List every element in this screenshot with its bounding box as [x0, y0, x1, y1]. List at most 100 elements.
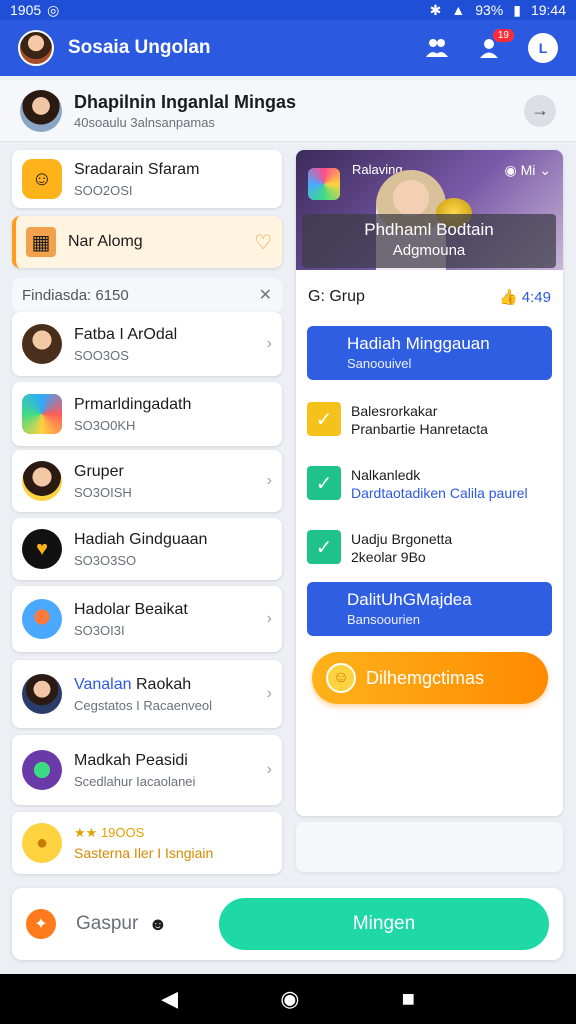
list-item-title: Madkah Peasidi — [74, 751, 188, 769]
list-item[interactable]: ♥ Hadiah Gindguaan SO3O3SO — [12, 518, 282, 580]
app-title: Sosaia Ungolan — [68, 37, 211, 58]
shield-icon[interactable]: ✦ — [26, 909, 56, 939]
profile-card[interactable]: Dhapilnin Inganlal Mingas 40soaulu 3alns… — [0, 80, 576, 142]
bottom-label: Gaspur — [76, 913, 139, 934]
profile-subtitle: 40soaulu 3alnsanpamas — [74, 114, 215, 130]
people-icon[interactable] — [420, 31, 454, 65]
chevron-right-icon: › — [266, 761, 272, 778]
recents-icon[interactable]: ■ — [402, 986, 415, 1012]
thumbs-up-icon: 👍 — [498, 289, 518, 306]
weekly-gift-title: Hadiah Minggauan — [347, 334, 490, 353]
group-count: 👍 4:49 — [499, 288, 551, 306]
battery-level: 93% — [475, 2, 504, 18]
status-bar: 1905 ◎ ✱ ▲ 93% ▮ 19:44 — [0, 0, 576, 20]
game-icon — [22, 394, 62, 434]
coin-icon: ● — [22, 823, 62, 863]
close-icon[interactable]: ✕ — [259, 285, 272, 305]
status-time-left: 1905 — [10, 2, 42, 18]
profile-button[interactable]: L — [528, 33, 558, 63]
check-icon: ✓ — [307, 402, 341, 436]
back-icon[interactable]: ◀ — [161, 986, 178, 1012]
emoji-icon[interactable]: ☻ — [148, 914, 167, 935]
hero-banner[interactable]: Ralaving ◉ Mi ⌄ Phdhaml Bodtain Adgmouna — [296, 150, 563, 270]
list-item-title: Prmarldingadath — [74, 395, 192, 413]
list-item-subtitle: SO3O3SO — [74, 552, 137, 568]
task-item[interactable]: ✓ Uadju Brgonetta 2keolar 9Bo — [307, 530, 552, 566]
list-item-subtitle: Scedlahur Iacaolanei — [74, 773, 196, 789]
avatar — [22, 599, 62, 639]
primary-action-button[interactable]: Mingen — [219, 898, 549, 950]
list-item-subtitle: SOO2OSI — [74, 182, 133, 198]
game-icon — [22, 750, 62, 790]
list-item-title: Nar Alomg — [68, 233, 143, 250]
hero-title: Phdhaml Bodtain — [364, 220, 494, 239]
user-avatar[interactable] — [18, 30, 54, 66]
list-item-title: Fatba I ArOdal — [74, 325, 178, 343]
task-title: Nalkanledk — [351, 467, 421, 483]
whatsapp-icon: ◎ — [47, 1, 60, 18]
profile-name: Dhapilnin Inganlal Mingas — [74, 91, 297, 112]
secondary-button[interactable]: DalitUhGMajdea Bansoourien — [307, 582, 552, 636]
profile-avatar — [20, 89, 62, 132]
right-panel: Ralaving ◉ Mi ⌄ Phdhaml Bodtain Adgmouna… — [296, 150, 563, 816]
list-item[interactable]: Hadolar Beaikat SO3OI3I › — [12, 586, 282, 652]
task-subtitle: 2keolar 9Bo — [351, 549, 426, 565]
app-bar-actions: 19 L — [420, 29, 558, 65]
task-item[interactable]: ✓ Balesrorkakar Pranbartie Hanretacta — [307, 402, 552, 438]
list-item[interactable]: ● ★★ 19OOS Sasterna Iler I Isngiain — [12, 812, 282, 874]
avatar — [22, 324, 62, 364]
smile-icon: ☺ — [22, 159, 62, 199]
gift-icon: ▦ — [26, 227, 56, 257]
list-item-title: Raokah — [135, 675, 192, 693]
section-title: Findiasda: 6150 — [22, 286, 129, 304]
secondary-button-subtitle: Bansoourien — [347, 612, 420, 627]
chevron-right-icon: › — [266, 335, 272, 352]
bottom-action-bar: ✦ Gaspur ☻ Mingen — [12, 888, 563, 960]
list-item-title: Hadiah Gindguaan — [74, 530, 208, 548]
game-icon — [308, 168, 340, 200]
notification-badge: 19 — [492, 29, 514, 42]
avatar — [22, 461, 62, 501]
task-subtitle: Pranbartie Hanretacta — [351, 421, 488, 437]
chevron-right-icon: › — [266, 610, 272, 627]
list-item-subtitle: Cegstatos I Racaenveol — [74, 697, 213, 713]
list-item-title: Sradarain Sfaram — [74, 160, 200, 178]
hero-subtitle: Adgmouna — [392, 242, 466, 259]
secondary-button-title: DalitUhGMajdea — [347, 590, 472, 609]
wifi-icon: ▲ — [451, 2, 466, 18]
list-item-title: Gruper — [74, 462, 124, 480]
claim-button[interactable]: ☺ Dilhemgctimas — [312, 652, 548, 704]
list-item[interactable]: ☺ Sradarain Sfaram SOO2OSI — [12, 150, 282, 208]
weekly-gift-button[interactable]: Hadiah Minggauan Sanoouivel — [307, 326, 552, 380]
task-title: Uadju Brgonetta — [351, 531, 453, 547]
list-item[interactable]: ▦ Nar Alomg ♡ — [12, 216, 282, 268]
hero-overlay: Phdhaml Bodtain Adgmouna — [302, 214, 556, 268]
list-item[interactable]: Fatba I ArOdal SOO3OS › — [12, 312, 282, 376]
list-item-subtitle: SO3OI3I — [74, 622, 125, 638]
status-icons: ✱ ▲ 93% ▮ 19:44 — [430, 2, 566, 19]
list-item[interactable]: Vanalan Raokah Cegstatos I Racaenveol › — [12, 660, 282, 728]
bluetooth-icon: ✱ — [429, 1, 442, 18]
heart-icon: ♡ — [254, 231, 272, 254]
check-icon: ✓ — [307, 530, 341, 564]
list-item-title-highlight: Vanalan — [74, 675, 132, 693]
claim-button-label: Dilhemgctimas — [366, 667, 485, 688]
app-bar: Sosaia Ungolan 19 L — [0, 20, 576, 76]
list-item-subtitle: SOO3OS — [74, 347, 129, 363]
task-item[interactable]: ✓ Nalkanledk Dardtaotadiken Calila paurel — [307, 466, 552, 502]
arrow-right-icon[interactable]: → — [524, 94, 556, 127]
home-icon[interactable]: ◉ — [280, 986, 299, 1012]
list-item[interactable]: Madkah Peasidi Scedlahur Iacaolanei › — [12, 735, 282, 805]
group-label: G: Grup — [308, 288, 365, 305]
list-item[interactable]: Gruper SO3OISH › — [12, 450, 282, 512]
task-title: Balesrorkakar — [351, 403, 438, 419]
chevron-right-icon: › — [266, 472, 272, 489]
list-item-title: Hadolar Beaikat — [74, 600, 188, 618]
notifications-button[interactable]: 19 — [474, 29, 514, 65]
hero-controls[interactable]: ◉ Mi ⌄ — [504, 162, 551, 179]
stars-icon: ★★ — [74, 825, 98, 840]
chevron-right-icon: › — [266, 685, 272, 702]
group-row[interactable]: G: Grup 👍 4:49 — [308, 288, 551, 306]
list-item[interactable]: Prmarldingadath SO3O0KH — [12, 382, 282, 446]
list-item-subtitle: SO3OISH — [74, 484, 132, 500]
